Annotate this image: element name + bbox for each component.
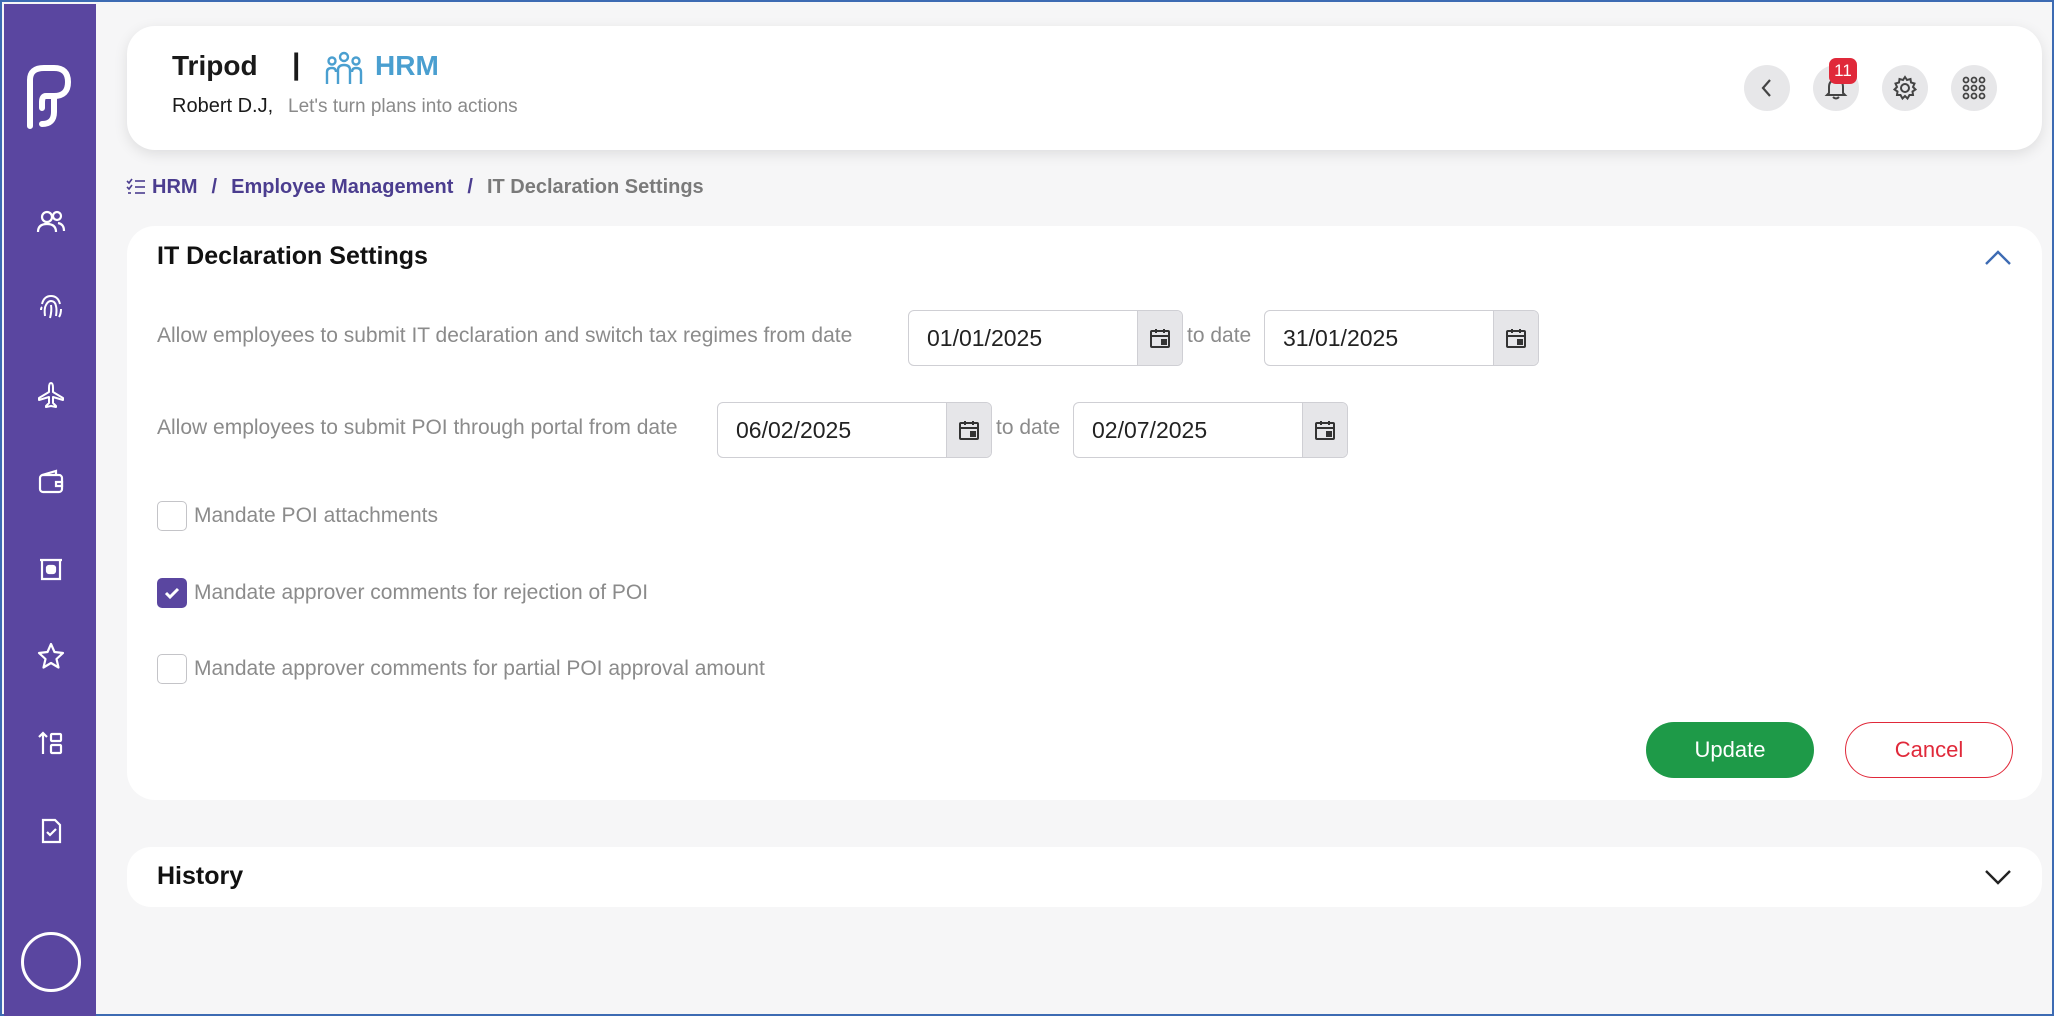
- breadcrumb-current: IT Declaration Settings: [486, 175, 704, 198]
- back-button[interactable]: [1744, 65, 1790, 111]
- to-date-label: to date: [1187, 324, 1252, 347]
- calendar-icon: [1315, 421, 1335, 440]
- sidebar: [4, 4, 96, 1016]
- chevron-left-icon: [1761, 79, 1771, 97]
- calendar-button[interactable]: [1302, 403, 1347, 457]
- history-title: History: [157, 862, 244, 890]
- poi-from-date[interactable]: [717, 402, 992, 458]
- calendar-button[interactable]: [1137, 311, 1182, 365]
- apps-grid-icon: [1962, 76, 1986, 100]
- to-date-label: to date: [996, 416, 1061, 439]
- breadcrumb-employee-management[interactable]: Employee Management: [231, 176, 453, 199]
- user-avatar[interactable]: [21, 932, 81, 992]
- id-card-icon[interactable]: [34, 552, 68, 586]
- tripod-logo[interactable]: [24, 62, 76, 130]
- star-icon[interactable]: [34, 639, 68, 673]
- cancel-button[interactable]: Cancel: [1845, 722, 2013, 778]
- module-name: HRM: [375, 50, 439, 81]
- mandate-poi-attachments-row: Mandate POI attachments: [157, 501, 438, 531]
- document-check-icon[interactable]: [34, 814, 68, 848]
- mandate-partial-approval-comments-row: Mandate approver comments for partial PO…: [157, 654, 765, 684]
- checkbox-label: Mandate approver comments for partial PO…: [194, 657, 765, 680]
- user-name: Robert D.J,: [172, 95, 274, 117]
- history-card[interactable]: History: [127, 847, 2042, 907]
- breadcrumb-separator: /: [467, 175, 473, 198]
- it-declaration-settings-card: IT Declaration Settings Allow employees …: [127, 226, 2042, 800]
- app-name: Tripod: [172, 50, 258, 81]
- it-declaration-to-input[interactable]: [1265, 311, 1493, 365]
- calendar-button[interactable]: [1493, 311, 1538, 365]
- poi-to-input[interactable]: [1074, 403, 1302, 457]
- app-frame: Tripod | HRM Robert D.J, Let's turn plan…: [0, 0, 2054, 1016]
- update-button[interactable]: Update: [1646, 722, 1814, 778]
- chevron-down-icon[interactable]: [1982, 865, 2014, 889]
- breadcrumb-separator: /: [211, 175, 218, 198]
- people-icon[interactable]: [34, 205, 68, 239]
- mandate-rejection-comments-row: Mandate approver comments for rejection …: [157, 578, 648, 608]
- settings-button[interactable]: [1882, 65, 1928, 111]
- mandate-poi-attachments-checkbox[interactable]: [157, 501, 187, 531]
- notification-badge: 11: [1829, 58, 1857, 84]
- chevron-up-icon[interactable]: [1982, 246, 2014, 270]
- mandate-rejection-comments-checkbox[interactable]: [157, 578, 187, 608]
- hierarchy-icon[interactable]: [34, 726, 68, 760]
- breadcrumb: HRM / Employee Management / IT Declarati…: [126, 176, 704, 198]
- calendar-button[interactable]: [946, 403, 991, 457]
- calendar-icon: [959, 421, 979, 440]
- fingerprint-icon[interactable]: [34, 290, 68, 324]
- breadcrumb-hrm[interactable]: HRM: [152, 176, 198, 199]
- poi-to-date[interactable]: [1073, 402, 1348, 458]
- apps-button[interactable]: [1951, 65, 1997, 111]
- section-title: IT Declaration Settings: [157, 242, 428, 270]
- wallet-icon[interactable]: [34, 465, 68, 499]
- checkbox-label: Mandate approver comments for rejection …: [194, 581, 649, 604]
- title-separator: |: [292, 48, 301, 81]
- it-declaration-label: Allow employees to submit IT declaration…: [157, 324, 853, 347]
- tagline: Let's turn plans into actions: [288, 96, 518, 117]
- top-header: Tripod | HRM Robert D.J, Let's turn plan…: [127, 26, 2042, 150]
- airplane-icon[interactable]: [34, 378, 68, 412]
- poi-from-input[interactable]: [718, 403, 946, 457]
- team-icon: [325, 51, 363, 84]
- it-declaration-from-input[interactable]: [909, 311, 1137, 365]
- calendar-icon: [1150, 329, 1170, 348]
- gear-icon: [1892, 75, 1918, 101]
- it-declaration-to-date[interactable]: [1264, 310, 1539, 366]
- calendar-icon: [1506, 329, 1526, 348]
- task-list-icon: [126, 178, 145, 194]
- mandate-partial-approval-comments-checkbox[interactable]: [157, 654, 187, 684]
- it-declaration-from-date[interactable]: [908, 310, 1183, 366]
- poi-submission-label: Allow employees to submit POI through po…: [157, 416, 678, 439]
- checkbox-label: Mandate POI attachments: [194, 504, 438, 527]
- checkmark-icon: [164, 587, 180, 600]
